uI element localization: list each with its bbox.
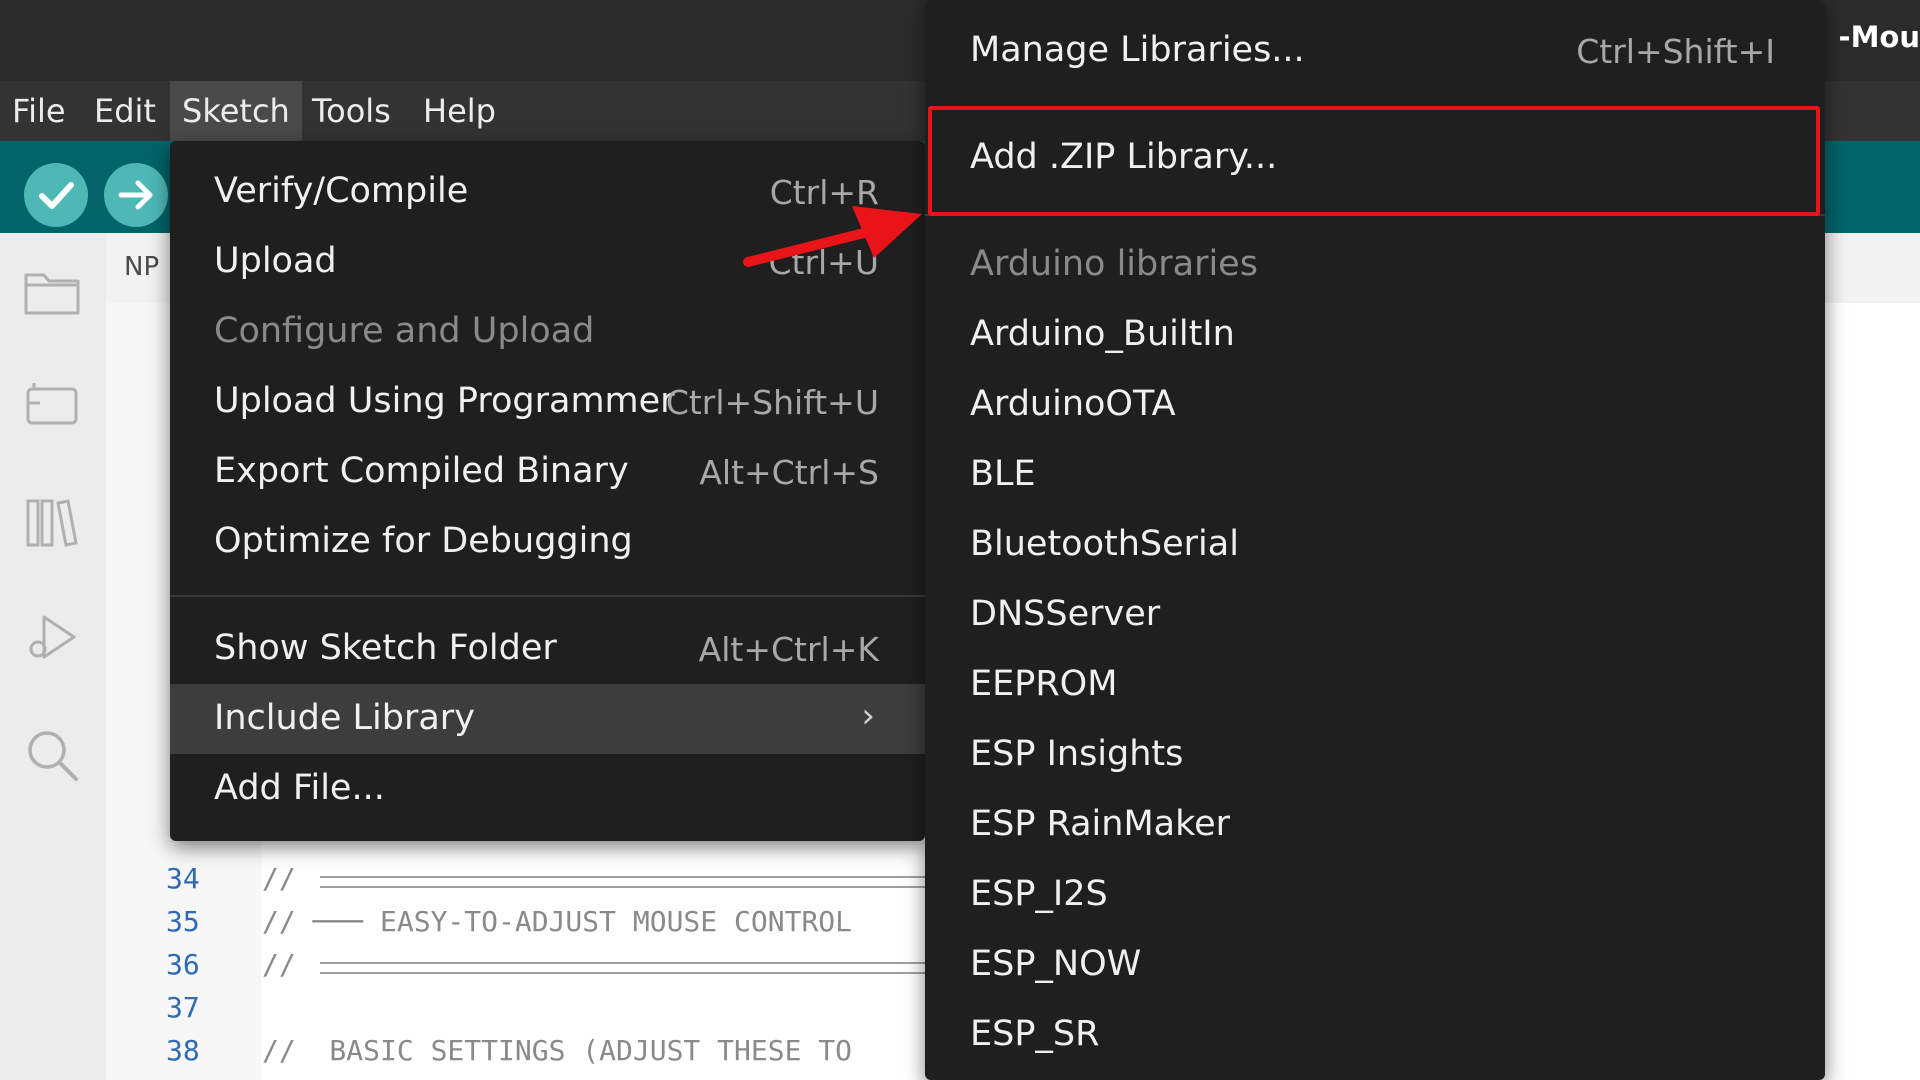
menu-item-manage-libraries[interactable]: Manage Libraries... Ctrl+Shift+I — [925, 16, 1825, 86]
editor-tab[interactable]: NP — [124, 252, 159, 282]
library-item[interactable]: ESP_NOW — [925, 930, 1825, 1000]
folder-icon[interactable] — [20, 261, 84, 325]
menu-item-shortcut: Ctrl+Shift+U — [665, 383, 879, 422]
menu-item-shortcut: Alt+Ctrl+S — [699, 453, 879, 492]
menu-item-label: Export Compiled Binary — [214, 451, 629, 491]
menu-item-add-file[interactable]: Add File... — [170, 754, 925, 824]
menu-edit[interactable]: Edit — [82, 81, 168, 141]
checkmark-icon — [39, 182, 74, 209]
library-item-label: ESP_SR — [970, 1014, 1100, 1054]
menu-item-optimize-debugging[interactable]: Optimize for Debugging — [170, 507, 925, 577]
library-item-label: BLE — [970, 454, 1036, 494]
menu-sketch[interactable]: Sketch — [170, 81, 302, 141]
menu-item-label: Upload Using Programmer — [214, 381, 675, 421]
menu-item-label: Include Library — [214, 698, 475, 738]
library-item-label: ESP_I2S — [970, 874, 1108, 914]
boards-manager-icon[interactable] — [20, 373, 84, 437]
menu-file[interactable]: File — [0, 81, 78, 141]
menu-item-upload-programmer[interactable]: Upload Using Programmer Ctrl+Shift+U — [170, 367, 925, 437]
comment-rule — [320, 962, 925, 974]
menu-item-label: Upload — [214, 241, 337, 281]
line-number: 34 — [166, 862, 200, 895]
library-item[interactable]: ESP RainMaker — [925, 790, 1825, 860]
library-item[interactable]: ESP_I2S — [925, 860, 1825, 930]
comment-rule — [320, 876, 925, 888]
line-number: 37 — [166, 991, 200, 1024]
menu-item-shortcut: Ctrl+Shift+I — [1576, 32, 1775, 71]
library-item[interactable]: DNSServer — [925, 580, 1825, 650]
section-header-label: Arduino libraries — [970, 244, 1258, 284]
library-item-label: ESP Insights — [970, 734, 1184, 774]
section-header-arduino-libraries: Arduino libraries — [925, 230, 1825, 300]
menu-separator — [170, 595, 925, 597]
debug-icon[interactable] — [20, 605, 84, 669]
code-line: // — [262, 862, 296, 895]
code-line: // — [262, 948, 296, 981]
library-item[interactable]: ArduinoOTA — [925, 370, 1825, 440]
library-item[interactable]: EEPROM — [925, 650, 1825, 720]
code-line: // ─── EASY-TO-ADJUST MOUSE CONTROL — [262, 905, 853, 938]
menu-tools[interactable]: Tools — [300, 81, 403, 141]
library-item-label: ESP RainMaker — [970, 804, 1231, 844]
menu-item-show-sketch-folder[interactable]: Show Sketch Folder Alt+Ctrl+K — [170, 614, 925, 684]
menu-item-include-library[interactable]: Include Library › — [170, 684, 925, 754]
library-manager-icon[interactable] — [20, 491, 84, 555]
menu-item-label: Show Sketch Folder — [214, 628, 557, 668]
library-item[interactable]: ESP Insights — [925, 720, 1825, 790]
menu-item-configure-upload: Configure and Upload — [170, 297, 925, 367]
library-item-label: BluetoothSerial — [970, 524, 1239, 564]
arrow-right-icon — [118, 180, 153, 210]
line-number: 38 — [166, 1034, 200, 1067]
menu-item-label: Verify/Compile — [214, 171, 469, 211]
search-icon[interactable] — [20, 723, 84, 787]
menu-item-label: Add File... — [214, 768, 385, 808]
highlight-box — [928, 106, 1820, 216]
annotation-arrow-icon — [743, 206, 922, 267]
menu-item-shortcut: Alt+Ctrl+K — [698, 630, 879, 669]
menu-help[interactable]: Help — [411, 81, 508, 141]
library-item-label: DNSServer — [970, 594, 1161, 634]
window-title: -Mou — [1838, 20, 1920, 54]
menu-item-export-binary[interactable]: Export Compiled Binary Alt+Ctrl+S — [170, 437, 925, 507]
menu-item-label: Manage Libraries... — [970, 30, 1305, 70]
library-item-label: EEPROM — [970, 664, 1118, 704]
chevron-right-icon: › — [861, 696, 875, 736]
library-item[interactable]: Arduino_BuiltIn — [925, 300, 1825, 370]
library-item[interactable]: BluetoothSerial — [925, 510, 1825, 580]
library-item[interactable]: ESP_SR — [925, 1000, 1825, 1070]
code-line: // BASIC SETTINGS (ADJUST THESE TO — [262, 1034, 853, 1067]
library-item[interactable]: BLE — [925, 440, 1825, 510]
library-item-label: Arduino_BuiltIn — [970, 314, 1235, 354]
line-number: 36 — [166, 948, 200, 981]
upload-button[interactable] — [104, 163, 168, 227]
verify-button[interactable] — [24, 163, 88, 227]
activity-sidebar — [0, 233, 106, 1080]
line-number: 35 — [166, 905, 200, 938]
library-item-label: ArduinoOTA — [970, 384, 1176, 424]
menu-item-label: Configure and Upload — [214, 311, 595, 351]
library-item-label: ESP_NOW — [970, 944, 1142, 984]
menu-item-label: Optimize for Debugging — [214, 521, 633, 561]
